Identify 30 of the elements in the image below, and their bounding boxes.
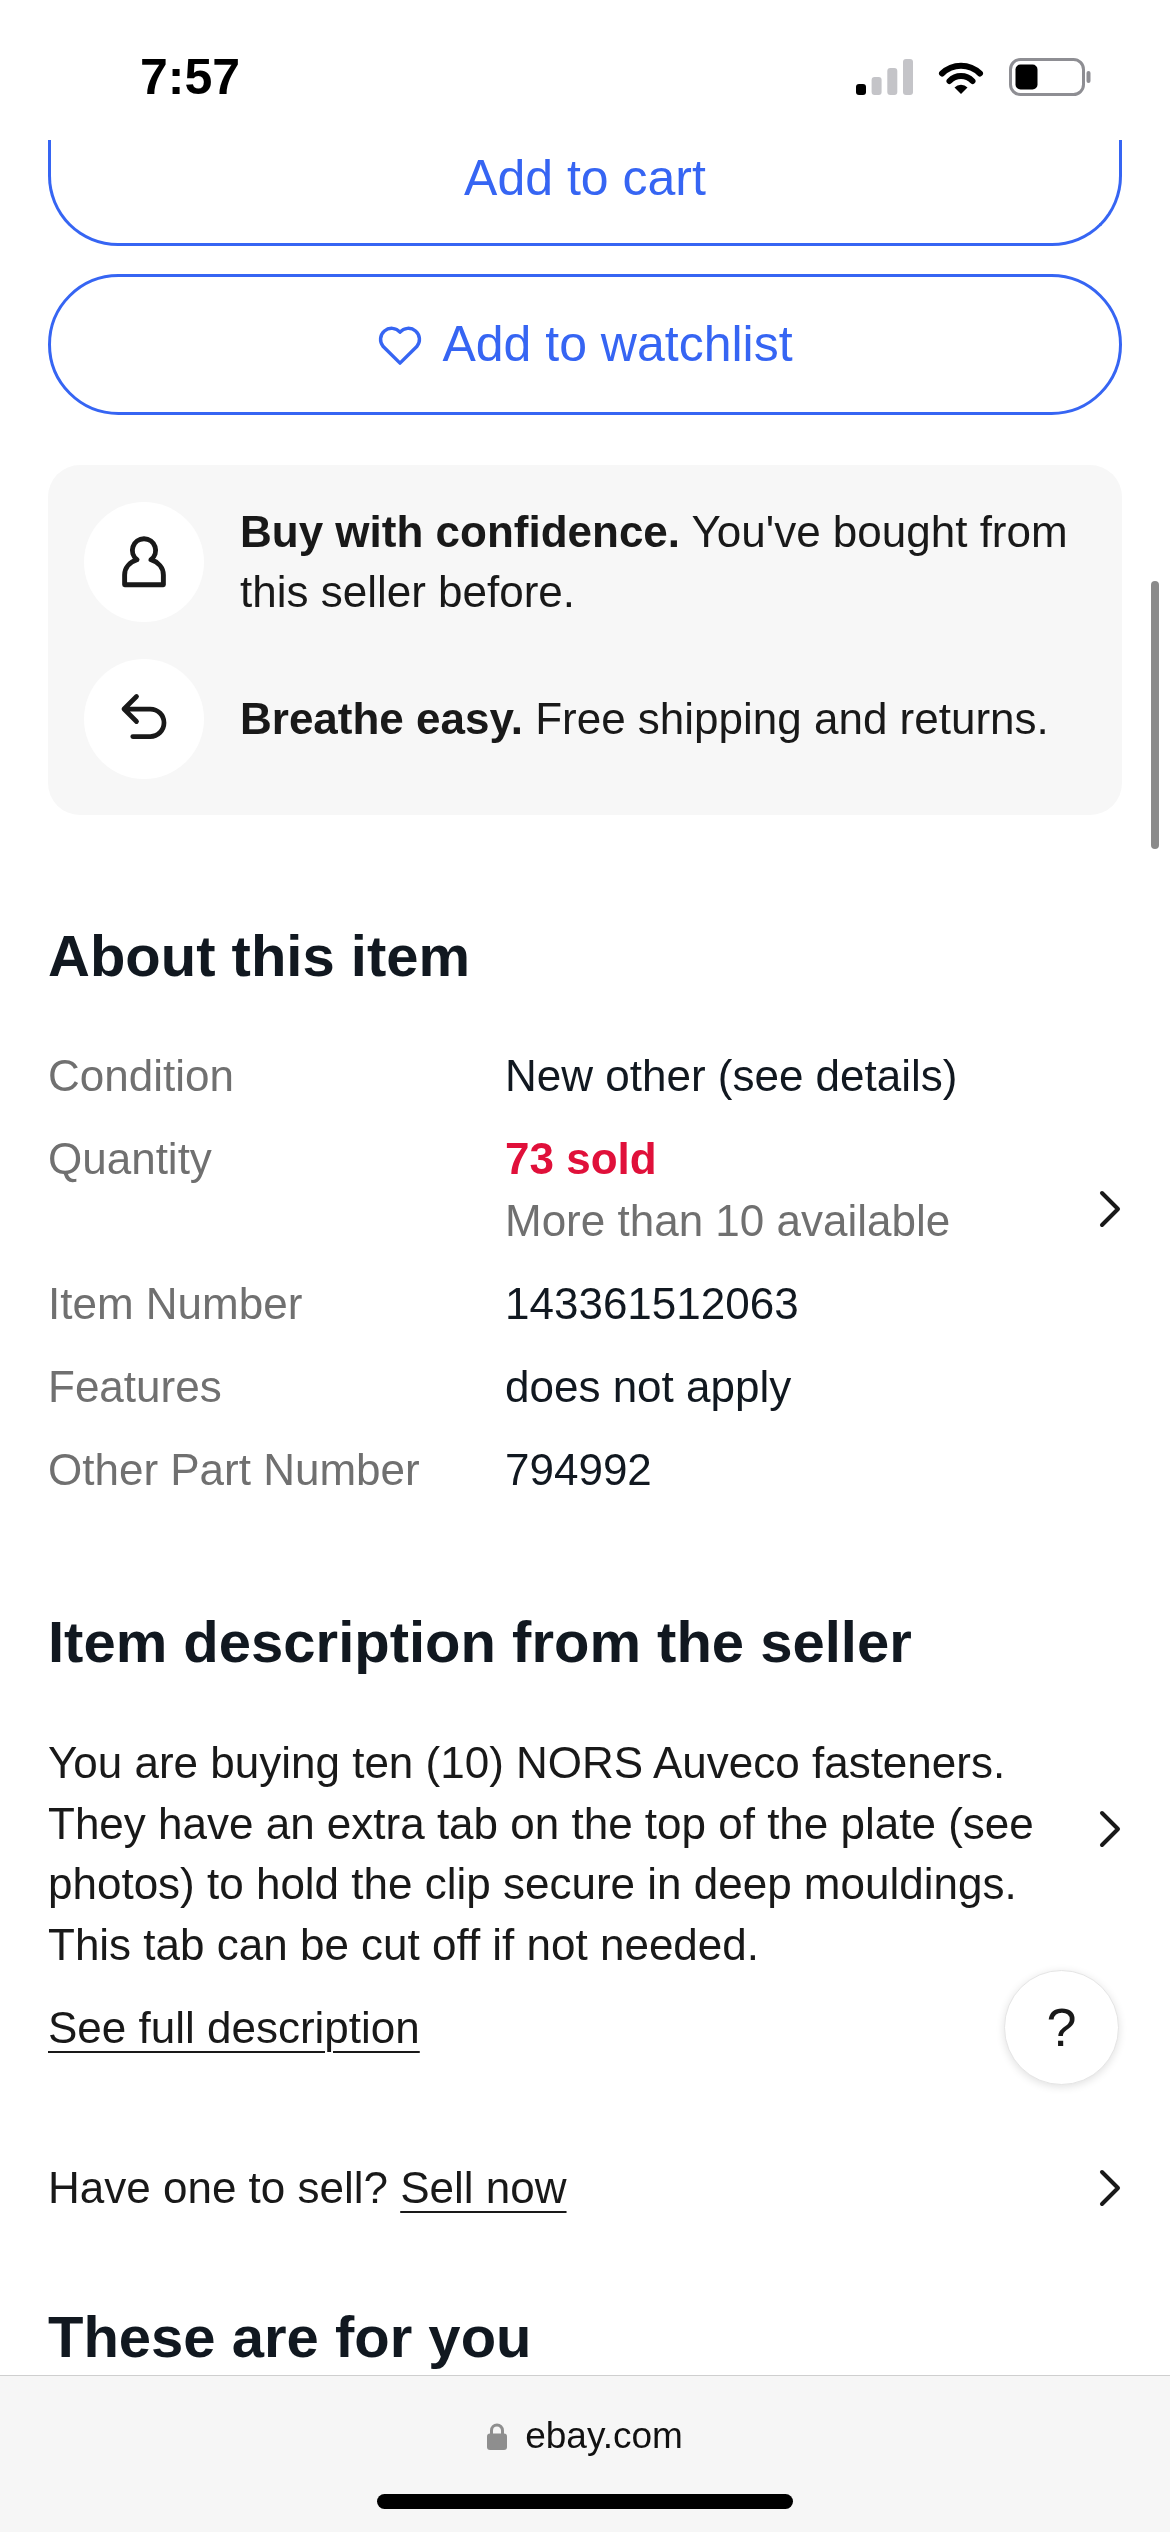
spec-label: Features	[48, 1361, 223, 1413]
spec-label: Condition	[48, 1050, 235, 1102]
add-to-cart-button[interactable]: Add to cart	[48, 140, 1122, 246]
description-text: You are buying ten (10) NORS Auveco fasteners. They have an extra tab on the top of the plate (see photos) to hold the clip secure in deep mouldings. This tab can be cut off if not needed.	[48, 1737, 1035, 1971]
status-time: 7:57	[140, 49, 241, 105]
spec-value: 143361512063	[505, 1278, 799, 1330]
section-heading: Item description from the seller	[48, 1608, 913, 1676]
spec-value: New other (see details)	[505, 1050, 958, 1102]
sold-count: 73 sold	[505, 1133, 657, 1185]
url-text[interactable]: ebay.com	[525, 2414, 683, 2458]
spec-value: 794992	[505, 1444, 652, 1496]
help-button[interactable]: ?	[1004, 1970, 1119, 2085]
chevron-right-icon[interactable]	[1098, 1190, 1122, 1228]
add-to-watchlist-button[interactable]: Add to watchlist	[48, 274, 1122, 415]
battery-icon	[1009, 58, 1091, 96]
sell-now-link[interactable]: Sell now	[400, 2163, 567, 2212]
spec-value: does not apply	[505, 1361, 792, 1413]
spec-label: Quantity	[48, 1133, 213, 1185]
chevron-right-icon[interactable]	[1098, 1810, 1122, 1848]
assurance-text: Buy with confidence. You've bought from this seller before.	[240, 506, 1069, 618]
chevron-right-icon[interactable]	[1098, 2169, 1122, 2207]
spec-label: Item Number	[48, 1278, 304, 1330]
lock-icon	[487, 2422, 508, 2450]
availability-note: More than 10 available	[505, 1195, 951, 1247]
signal-icon	[856, 59, 913, 95]
section-heading: About this item	[48, 922, 472, 990]
see-full-description-link[interactable]: See full description	[48, 1998, 420, 2058]
sell-prompt: Have one to sell? Sell now	[48, 2162, 567, 2214]
spec-label: Other Part Number	[48, 1444, 421, 1496]
assurance-text: Breathe easy. Free shipping and returns.	[240, 693, 1050, 745]
